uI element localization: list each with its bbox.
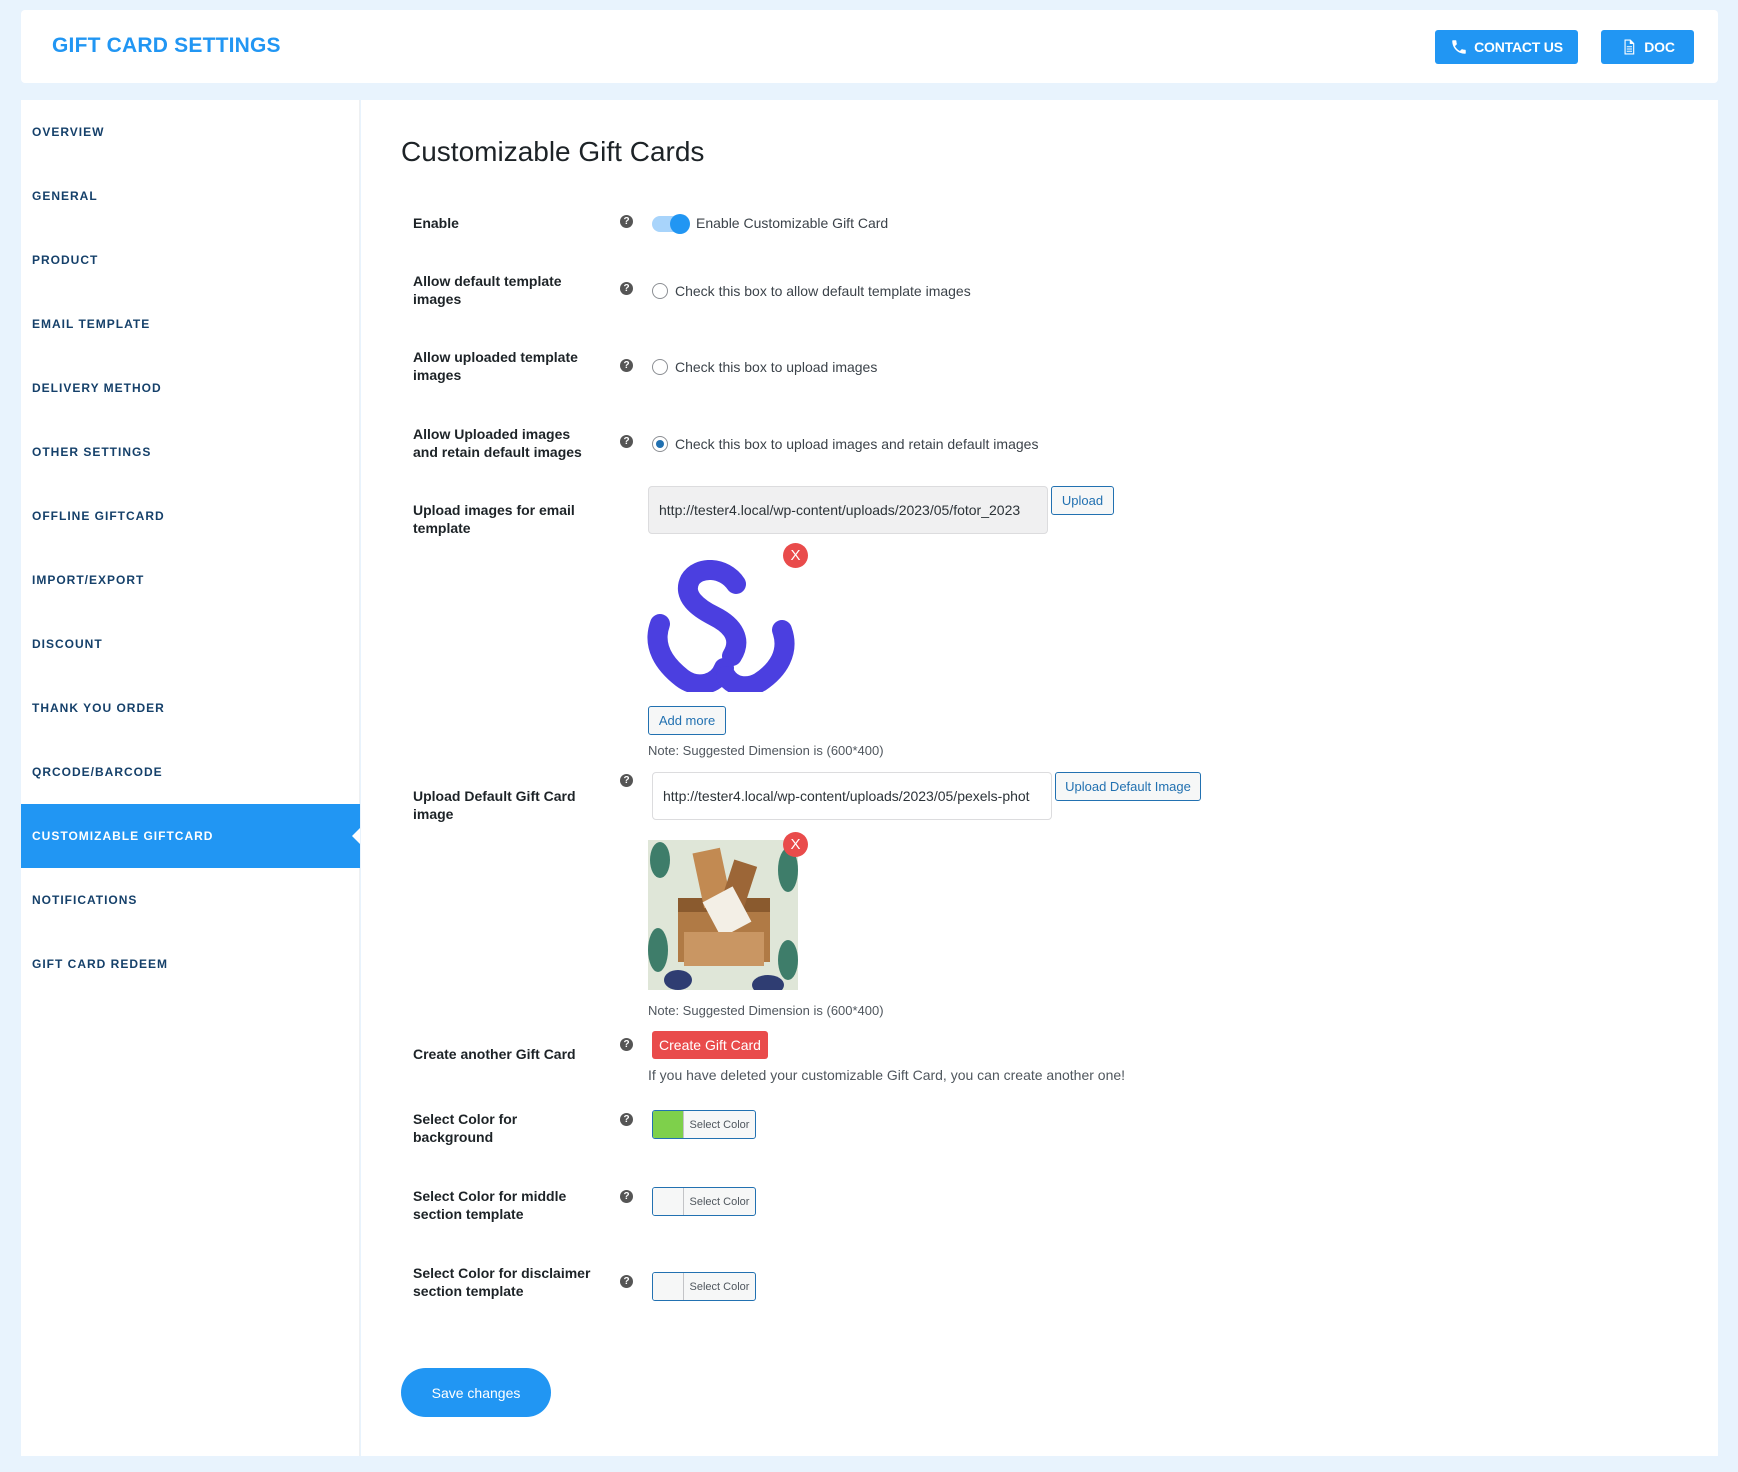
- sidebar-item-offline-giftcard[interactable]: OFFLINE GIFTCARD: [21, 484, 360, 548]
- sidebar-item-gift-card-redeem[interactable]: GIFT CARD REDEEM: [21, 932, 360, 996]
- color-swatch: [653, 1111, 684, 1138]
- sidebar-item-general[interactable]: GENERAL: [21, 164, 360, 228]
- allow-uploaded-radio[interactable]: [652, 359, 668, 375]
- sidebar-item-qrcode-barcode[interactable]: QRCODE/BARCODE: [21, 740, 360, 804]
- allow-retain-radio[interactable]: [652, 436, 668, 452]
- save-changes-button[interactable]: Save changes: [401, 1368, 551, 1417]
- upload-default-image-button[interactable]: Upload Default Image: [1055, 772, 1201, 801]
- enable-toggle[interactable]: [652, 214, 690, 234]
- sidebar-item-import-export[interactable]: IMPORT/EXPORT: [21, 548, 360, 612]
- sidebar-item-product[interactable]: PRODUCT: [21, 228, 360, 292]
- help-icon[interactable]: ?: [620, 1113, 633, 1126]
- help-icon[interactable]: ?: [620, 435, 633, 448]
- help-icon[interactable]: ?: [620, 215, 633, 228]
- enable-text: Enable Customizable Gift Card: [696, 215, 889, 231]
- upload-email-label: Upload images for email template: [413, 502, 575, 536]
- sidebar-item-thank-you-order[interactable]: THANK YOU ORDER: [21, 676, 360, 740]
- sidebar-item-other-settings[interactable]: OTHER SETTINGS: [21, 420, 360, 484]
- help-icon[interactable]: ?: [620, 359, 633, 372]
- toggle-knob: [670, 214, 690, 234]
- sidebar-item-delivery-method[interactable]: DELIVERY METHOD: [21, 356, 360, 420]
- select-color-label: Select Color: [689, 1195, 750, 1208]
- color-swatch: [653, 1273, 684, 1300]
- color-background-label: Select Color for background: [413, 1111, 518, 1145]
- default-giftcard-image: [648, 840, 798, 990]
- default-dimension-note: Note: Suggested Dimension is (600*400): [648, 1003, 884, 1018]
- upload-default-label: Upload Default Gift Card image: [413, 788, 576, 822]
- doc-button[interactable]: DOC: [1601, 30, 1694, 64]
- select-color-label: Select Color: [689, 1280, 750, 1293]
- remove-default-image-button[interactable]: X: [783, 832, 808, 857]
- color-disclaimer-label: Select Color for disclaimer section temp…: [413, 1265, 591, 1299]
- allow-uploaded-label: Allow uploaded template images: [413, 349, 578, 383]
- page-header-title: GIFT CARD SETTINGS: [52, 34, 281, 57]
- help-icon[interactable]: ?: [620, 1275, 633, 1288]
- sidebar-item-customizable-giftcard[interactable]: CUSTOMIZABLE GIFTCARD: [21, 804, 360, 868]
- email-dimension-note: Note: Suggested Dimension is (600*400): [648, 743, 884, 758]
- upload-button[interactable]: Upload: [1051, 486, 1114, 515]
- background-color-picker[interactable]: Select Color: [652, 1110, 756, 1139]
- sidebar-item-email-template[interactable]: EMAIL TEMPLATE: [21, 292, 360, 356]
- default-image-url-input[interactable]: http://tester4.local/wp-content/uploads/…: [652, 772, 1052, 820]
- allow-default-label: Allow default template images: [413, 273, 562, 307]
- phone-icon: [1452, 40, 1466, 54]
- sidebar-item-notifications[interactable]: NOTIFICATIONS: [21, 868, 360, 932]
- color-swatch: [653, 1188, 684, 1215]
- allow-default-radio[interactable]: [652, 283, 668, 299]
- page-title: Customizable Gift Cards: [401, 136, 705, 167]
- create-gift-card-hint: If you have deleted your customizable Gi…: [648, 1067, 1126, 1083]
- settings-sidebar: OVERVIEW GENERAL PRODUCT EMAIL TEMPLATE …: [21, 100, 360, 1456]
- contact-us-label: CONTACT US: [1474, 39, 1563, 55]
- contact-us-button[interactable]: CONTACT US: [1435, 30, 1578, 64]
- create-gift-card-button[interactable]: Create Gift Card: [652, 1031, 768, 1059]
- email-image-url-input[interactable]: http://tester4.local/wp-content/uploads/…: [648, 486, 1048, 534]
- disclaimer-color-picker[interactable]: Select Color: [652, 1272, 756, 1301]
- allow-default-text: Check this box to allow default template…: [675, 283, 971, 299]
- sidebar-item-overview[interactable]: OVERVIEW: [21, 100, 360, 164]
- enable-label: Enable: [413, 215, 459, 231]
- logo-image: [647, 560, 795, 692]
- allow-uploaded-text: Check this box to upload images: [675, 359, 878, 375]
- document-icon: [1624, 39, 1635, 55]
- help-icon[interactable]: ?: [620, 774, 633, 787]
- select-color-label: Select Color: [689, 1118, 750, 1131]
- help-icon[interactable]: ?: [620, 1190, 633, 1203]
- doc-label: DOC: [1644, 39, 1675, 55]
- help-icon[interactable]: ?: [620, 1038, 633, 1051]
- sidebar-item-discount[interactable]: DISCOUNT: [21, 612, 360, 676]
- help-icon[interactable]: ?: [620, 282, 633, 295]
- middle-color-picker[interactable]: Select Color: [652, 1187, 756, 1216]
- create-another-label: Create another Gift Card: [413, 1046, 576, 1062]
- color-middle-label: Select Color for middle section template: [413, 1188, 567, 1222]
- allow-retain-text: Check this box to upload images and reta…: [675, 436, 1039, 452]
- add-more-button[interactable]: Add more: [648, 706, 726, 735]
- remove-email-image-button[interactable]: X: [783, 543, 808, 568]
- allow-retain-label: Allow Uploaded images and retain default…: [413, 426, 582, 460]
- header-bar: GIFT CARD SETTINGS CONTACT US DOC: [21, 10, 1718, 83]
